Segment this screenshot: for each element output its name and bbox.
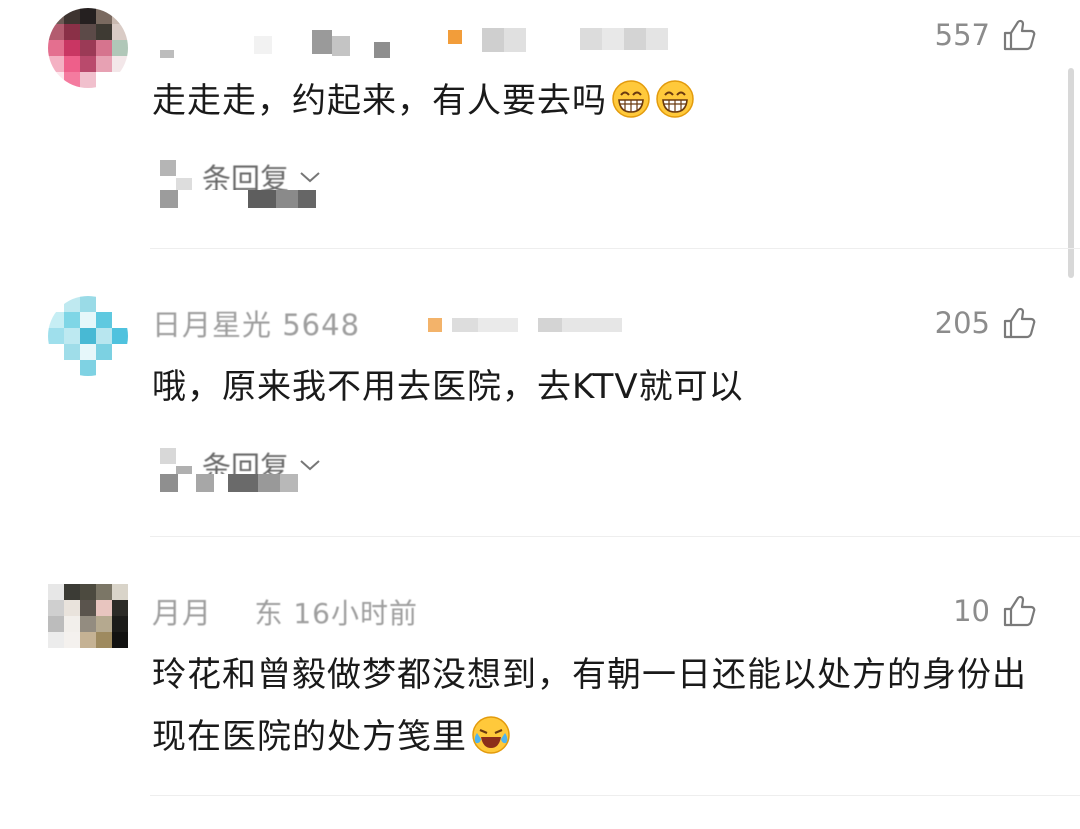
divider [150,536,1080,537]
username-redacted [160,28,668,58]
comment-item: 日月星光 5648 205 哦，原来我不用去医院，去KTV就可以 条回复 [0,288,1080,538]
chevron-down-icon [300,172,320,183]
like-count: 205 [934,306,990,340]
like-count: 10 [953,594,990,628]
divider [150,248,1080,249]
avatar[interactable] [48,296,128,376]
reply-mosaic [160,190,316,208]
location-redacted [428,318,622,336]
laugh-cry-emoji-icon [472,716,510,754]
reply-count-redacted [160,160,192,194]
comment-item: 月月 东 16小时前 10 玲花和曾毅做梦都没想到，有朝一日还能以处方的身份出现… [0,576,1080,829]
divider [150,795,1080,796]
thumbs-up-icon [1003,307,1036,339]
thumbs-up-icon [1003,595,1036,627]
thumbs-up-icon [1003,19,1036,51]
chevron-down-icon [300,460,320,471]
comment-item: 557 走走走，约起来，有人要去吗 条回复 [0,0,1080,250]
comment-text: 玲花和曾毅做梦都没想到，有朝一日还能以处方的身份出现在医院的处方笺里 [152,655,1027,757]
like-button[interactable]: 10 [953,594,1036,628]
avatar[interactable] [48,584,128,664]
reply-mosaic [160,474,298,492]
avatar[interactable] [48,8,128,88]
comment-text: 走走走，约起来，有人要去吗 [152,70,1030,132]
grin-emoji-icon [612,80,650,118]
comment-meta: 东 16小时前 [254,597,418,630]
like-button[interactable]: 557 [935,18,1036,52]
grin-emoji-icon [656,80,694,118]
like-count: 557 [934,18,990,52]
username[interactable]: 月月 东 16小时前 [152,590,418,632]
like-button[interactable]: 205 [935,306,1036,340]
comment-text: 哦，原来我不用去医院，去KTV就可以 [152,367,744,407]
username[interactable]: 日月星光 5648 [152,302,360,344]
